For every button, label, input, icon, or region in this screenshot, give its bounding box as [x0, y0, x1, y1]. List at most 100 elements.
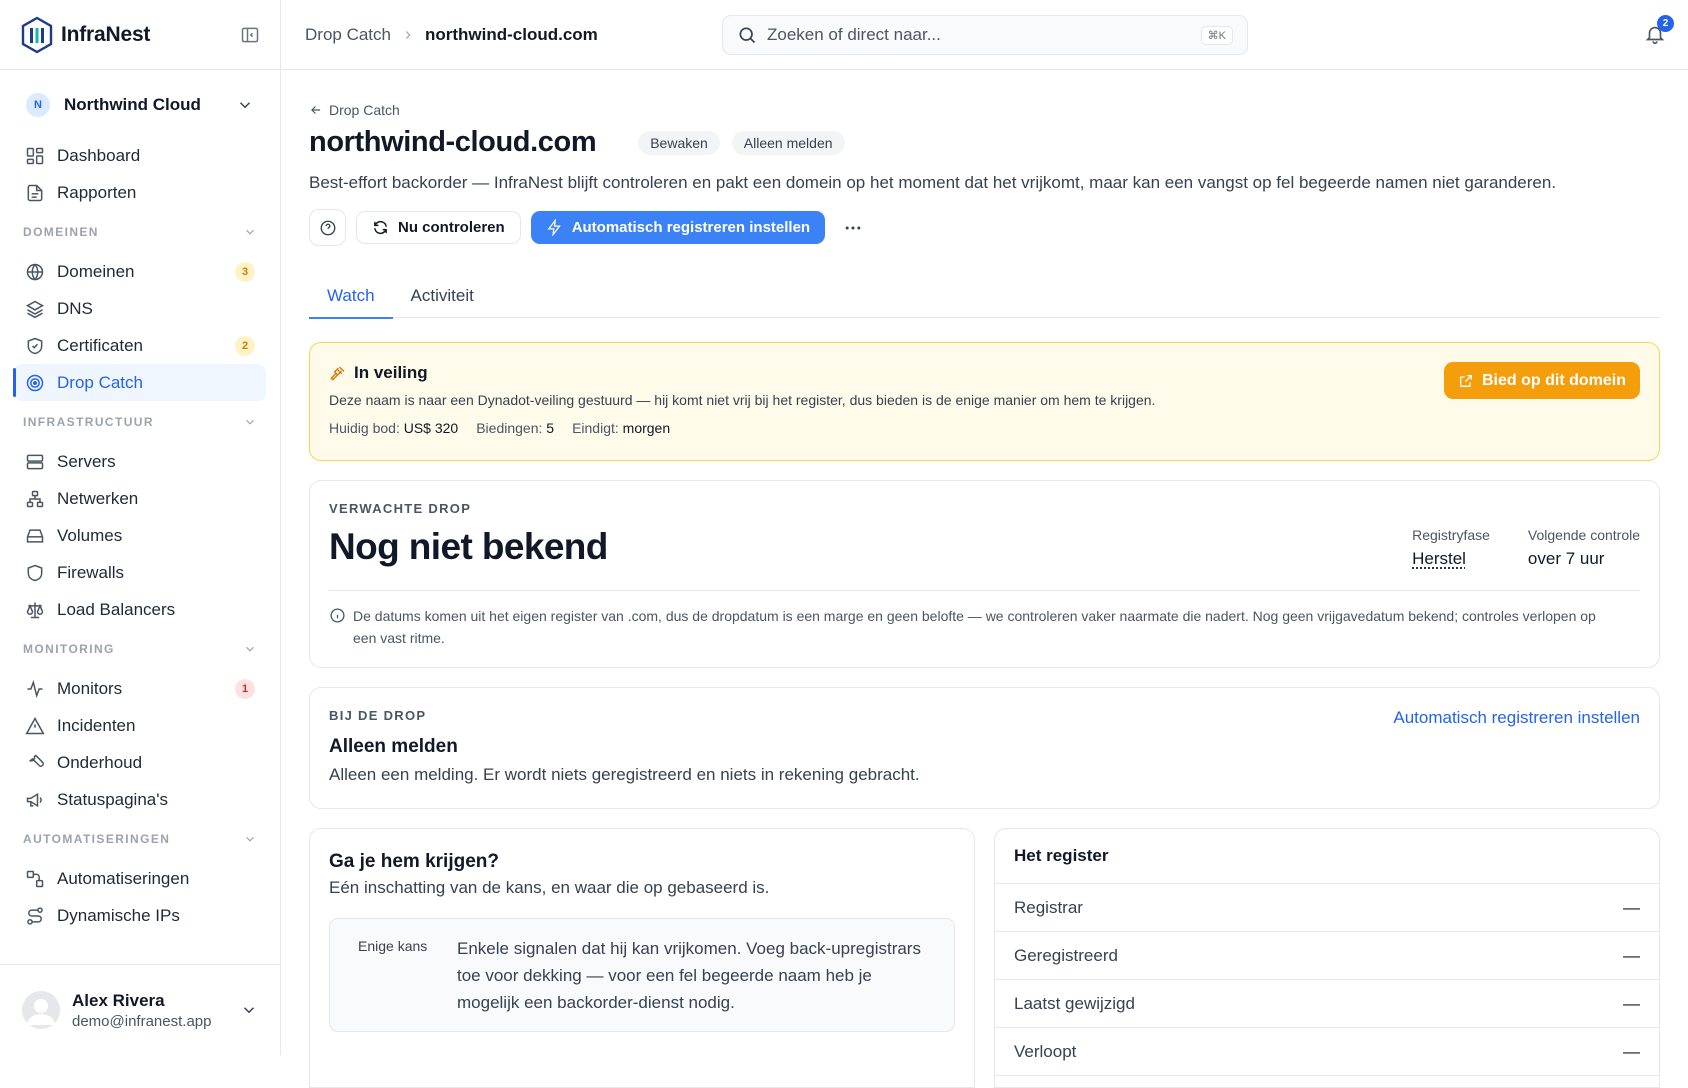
next-check-value: over 7 uur [1527, 549, 1605, 568]
sidebar-collapse-icon[interactable] [240, 25, 260, 45]
registry-row-label: Verloopt [1014, 1041, 1077, 1061]
sidebar-item-volumes[interactable]: Volumes [14, 517, 266, 554]
check-now-button[interactable]: Nu controleren [356, 211, 521, 244]
chevron-down-icon [243, 1007, 255, 1014]
sidebar-item-label: Netwerken [57, 488, 139, 508]
section-infrastructuur[interactable]: INFRASTRUCTUUR [14, 401, 266, 443]
zap-icon [547, 219, 561, 236]
sidebar-item-incidenten[interactable]: Incidenten [14, 707, 266, 744]
sidebar-item-label: Onderhoud [57, 752, 143, 772]
sidebar-item-label: Certificaten [57, 335, 143, 355]
search-input[interactable] [767, 25, 1201, 45]
sidebar-item-label: Firewalls [57, 562, 125, 582]
breadcrumb-parent[interactable]: Drop Catch [305, 25, 391, 45]
help-circle-icon [320, 220, 335, 235]
breadcrumb-current: northwind-cloud.com [424, 24, 598, 44]
auto-register-button[interactable]: Automatisch registreren instellen [530, 211, 826, 244]
chance-title: Ga je hem krijgen? [329, 851, 499, 872]
drop-stats: Registryfase Herstel Volgende controle o… [1412, 527, 1640, 569]
sidebar-nav: Dashboard Rapporten DOMEINEN Domeinen 3 … [0, 137, 280, 934]
sidebar-item-rapporten[interactable]: Rapporten [14, 174, 266, 211]
sidebar-item-onderhoud[interactable]: Onderhoud [14, 744, 266, 781]
activity-icon [27, 679, 43, 698]
page-description: Best-effort backorder — InfraNest blijft… [309, 173, 1557, 192]
registry-phase: Registryfase Herstel [1412, 527, 1490, 569]
tab-activiteit[interactable]: Activiteit [393, 274, 492, 318]
status-badge-bewaken: Bewaken [638, 130, 720, 155]
sidebar-item-label: Automatiseringen [57, 868, 190, 888]
registry-card: Het register Registrar — Geregistreerd — L… [994, 828, 1660, 1088]
shield-icon [27, 564, 43, 581]
section-domeinen[interactable]: DOMEINEN [14, 211, 266, 253]
chance-card: Ga je hem krijgen? Eén inschatting van d… [309, 828, 975, 1088]
at-drop-card: BIJ DE DROP Alleen melden Alleen een mel… [309, 687, 1660, 809]
sidebar-item-dns[interactable]: DNS [14, 290, 266, 327]
sidebar-item-dashboard[interactable]: Dashboard [14, 137, 266, 174]
section-automatiseringen[interactable]: AUTOMATISERINGEN [14, 818, 266, 860]
info-icon [330, 608, 345, 623]
current-bid-value: US$ 320 [403, 420, 459, 436]
sidebar-item-netwerken[interactable]: Netwerken [14, 480, 266, 517]
more-options-button[interactable] [839, 214, 867, 242]
chance-box: Enige kans Enkele signalen dat hij kan v… [329, 918, 955, 1032]
sidebar-item-firewalls[interactable]: Firewalls [14, 554, 266, 591]
search-box[interactable]: ⌘K [722, 15, 1248, 55]
expected-drop-kicker: VERWACHTE DROP [329, 501, 472, 516]
sidebar-item-label: DNS [57, 298, 93, 318]
user-menu[interactable]: Alex Rivera demo@infranest.app [0, 964, 280, 1055]
registry-row: Verloopt — [995, 1028, 1659, 1076]
chance-value: Enkele signalen dat hij kan vrijkomen. V… [457, 939, 921, 1013]
section-monitoring[interactable]: MONITORING [14, 628, 266, 670]
registry-row-value: — [1623, 897, 1640, 917]
hard-drive-icon [26, 528, 44, 543]
back-link[interactable]: Drop Catch [309, 102, 1660, 118]
status-badge-alleen-melden: Alleen melden [731, 130, 845, 155]
sidebar-item-load-balancers[interactable]: Load Balancers [14, 591, 266, 628]
chevron-down-icon [246, 836, 254, 842]
chance-subtitle: Eén inschatting van de kans, en waar die… [329, 878, 770, 897]
sidebar-item-statuspaginas[interactable]: Statuspagina's [14, 781, 266, 818]
current-bid: Huidig bod: US$ 320 [329, 420, 459, 436]
sidebar-item-automatiseringen[interactable]: Automatiseringen [14, 860, 266, 897]
org-name: Northwind Cloud [64, 95, 201, 114]
org-switcher[interactable]: N Northwind Cloud [0, 70, 280, 140]
sidebar: InfraNest N Northwind Cloud Dashboard Ra… [0, 0, 281, 1055]
sidebar-item-dynamische-ips[interactable]: Dynamische IPs [14, 897, 266, 934]
sidebar-item-monitors[interactable]: Monitors 1 [14, 670, 266, 707]
registry-phase-value[interactable]: Herstel [1412, 549, 1490, 569]
count-badge: 1 [235, 678, 255, 699]
globe-icon [26, 263, 44, 281]
sidebar-item-label: Incidenten [57, 715, 136, 735]
alert-triangle-icon [25, 716, 45, 734]
sidebar-item-servers[interactable]: Servers [14, 443, 266, 480]
registry-row-value: — [1623, 993, 1640, 1013]
bid-count: Biedingen: 5 [476, 420, 555, 436]
page-title: northwind-cloud.com [309, 126, 597, 158]
auto-register-link[interactable]: Automatisch registreren instellen [1393, 708, 1640, 728]
workflow-icon [26, 870, 44, 887]
sidebar-item-label: Dashboard [57, 145, 141, 165]
chevron-down-icon [246, 229, 254, 235]
registry-row-label: Geregistreerd [1014, 945, 1118, 965]
route-icon [27, 906, 43, 925]
org-avatar: N [26, 93, 50, 117]
sidebar-item-label: Domeinen [57, 261, 135, 281]
sidebar-item-label: Drop Catch [57, 372, 143, 392]
tab-watch[interactable]: Watch [309, 274, 393, 319]
network-icon [26, 490, 44, 507]
bid-button[interactable]: Bied op dit domein [1444, 362, 1640, 399]
arrow-left-icon [311, 106, 321, 114]
sidebar-item-drop-catch[interactable]: Drop Catch [13, 364, 266, 401]
section-title: AUTOMATISERINGEN [23, 832, 171, 846]
wrench-icon [28, 754, 44, 767]
auction-ends: Eindigt: morgen [572, 420, 671, 436]
sidebar-item-domeinen[interactable]: Domeinen 3 [14, 253, 266, 290]
count-badge: 3 [235, 261, 255, 282]
topbar: Drop Catch northwind-cloud.com ⌘K 2 [281, 0, 1688, 70]
auction-meta: Huidig bod: US$ 320 Biedingen: 5 Eindigt… [329, 420, 1640, 436]
check-now-label: Nu controleren [398, 219, 505, 236]
sidebar-item-certificaten[interactable]: Certificaten 2 [14, 327, 266, 364]
sidebar-item-label: Volumes [57, 525, 123, 545]
notifications-button[interactable]: 2 [1644, 15, 1674, 45]
help-button[interactable] [309, 209, 346, 246]
